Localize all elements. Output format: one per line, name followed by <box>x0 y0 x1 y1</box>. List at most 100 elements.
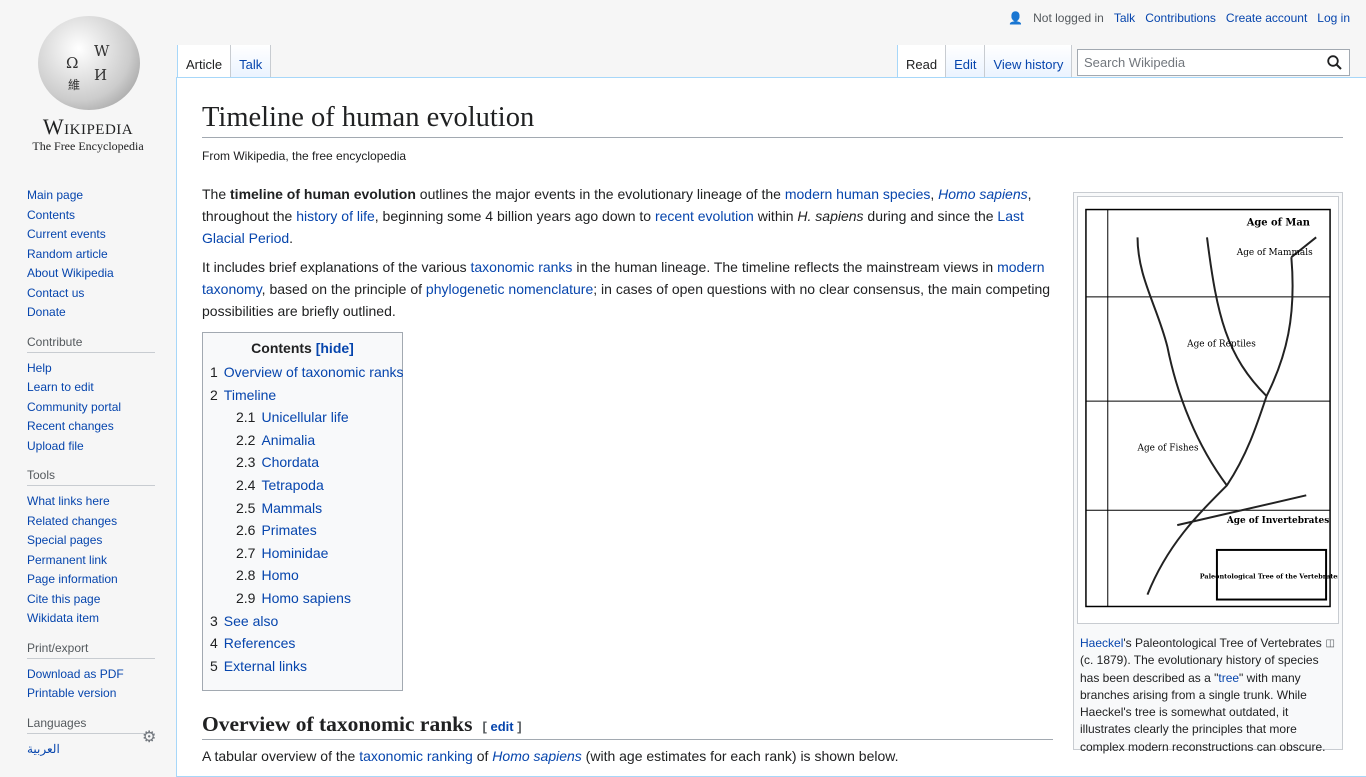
toc-label[interactable]: External links <box>224 658 307 674</box>
text-run: during and since the <box>863 208 998 224</box>
toc-label[interactable]: Hominidae <box>261 545 328 561</box>
sidebar-contribute-item-2[interactable]: Community portal <box>27 398 155 418</box>
user-icon: 👤 <box>1008 11 1024 25</box>
article-link[interactable]: modern human species <box>785 186 931 202</box>
text-run: , <box>930 186 939 202</box>
tab-article[interactable]: Article <box>177 45 232 78</box>
text-run: H. sapiens <box>797 208 864 224</box>
sidebar-tools-item-1[interactable]: Related changes <box>27 512 155 532</box>
toc-label[interactable]: Overview of taxonomic ranks <box>224 364 404 380</box>
text-run: within <box>753 208 798 224</box>
talk-link[interactable]: Talk <box>1114 11 1135 25</box>
table-of-contents: Contents [hide] 1 Overview of taxonomic r… <box>202 332 404 691</box>
wikipedia-logo[interactable]: ΩWИ維 Wikipedia The Free Encyclopedia <box>0 0 176 160</box>
toc-label[interactable]: Homo <box>261 567 298 583</box>
sidebar-print-item-1[interactable]: Printable version <box>27 684 155 704</box>
tab-read[interactable]: Read <box>897 45 947 78</box>
enlarge-icon[interactable]: ◫ <box>1326 635 1335 652</box>
sidebar-print-item-0[interactable]: Download as PDF <box>27 665 155 685</box>
article-link[interactable]: tree <box>1218 671 1239 685</box>
toc-label[interactable]: References <box>224 635 296 651</box>
text-run: (with age estimates for each rank) is sh… <box>581 748 899 764</box>
article-link[interactable]: Haeckel <box>1080 636 1123 650</box>
toc-label[interactable]: See also <box>224 613 278 629</box>
section-edit-link[interactable]: edit <box>490 719 513 734</box>
sidebar-tools-item-6[interactable]: Wikidata item <box>27 609 155 629</box>
search-icon[interactable] <box>1327 55 1342 70</box>
sidebar-nav-item-1[interactable]: Contents <box>27 206 155 226</box>
toc-item[interactable]: 1 Overview of taxonomic ranks <box>210 361 404 384</box>
sidebar-contribute-item-3[interactable]: Recent changes <box>27 417 155 437</box>
sidebar-tools-item-2[interactable]: Special pages <box>27 531 155 551</box>
sidebar-contribute-item-1[interactable]: Learn to edit <box>27 378 155 398</box>
toc-item[interactable]: 5 External links <box>210 655 395 678</box>
toc-label[interactable]: Homo sapiens <box>261 590 351 606</box>
toc-label[interactable]: Primates <box>261 522 316 538</box>
image-label-title: Paleontological Tree of the Vertebrates. <box>1200 573 1339 581</box>
toc-item[interactable]: 2.6 Primates <box>210 519 395 542</box>
toc-number: 2.8 <box>236 567 256 584</box>
contributions-link[interactable]: Contributions <box>1145 11 1216 25</box>
sidebar-tools-item-5[interactable]: Cite this page <box>27 590 155 610</box>
sidebar-tools-item-0[interactable]: What links here <box>27 492 155 512</box>
sidebar-nav-item-3[interactable]: Random article <box>27 245 155 265</box>
log-in-link[interactable]: Log in <box>1317 11 1350 25</box>
article-link[interactable]: Homo sapiens <box>492 748 582 764</box>
text-run: outlines the major events in the evoluti… <box>415 186 785 202</box>
toc-item[interactable]: 2.5 Mammals <box>210 497 395 520</box>
contribute-heading: Contribute <box>27 335 155 353</box>
toc-label[interactable]: Timeline <box>224 387 276 403</box>
sidebar-nav-item-5[interactable]: Contact us <box>27 284 155 304</box>
haeckel-tree-image[interactable]: Age of Man Age of Mammals Age of Reptile… <box>1077 196 1343 624</box>
article-link[interactable]: taxonomic ranks <box>471 259 573 275</box>
search-input[interactable]: Search Wikipedia <box>1077 49 1350 76</box>
toc-item[interactable]: 2.2 Animalia <box>210 429 395 452</box>
image-label-age-of-man: Age of Man <box>1246 217 1310 228</box>
toc-item[interactable]: 2.8 Homo <box>210 564 395 587</box>
toc-item[interactable]: 2 Timeline <box>210 384 395 407</box>
article-link[interactable]: Homo sapiens <box>938 186 1028 202</box>
sidebar-nav-item-6[interactable]: Donate <box>27 303 155 323</box>
toc-item[interactable]: 2.9 Homo sapiens <box>210 587 395 610</box>
personal-tools: 👤 Not logged in Talk Contributions Creat… <box>1008 11 1350 25</box>
toc-number: 2.7 <box>236 544 256 561</box>
sidebar-tools-item-4[interactable]: Page information <box>27 570 155 590</box>
sidebar-contribute-item-0[interactable]: Help <box>27 359 155 379</box>
toc-label[interactable]: Mammals <box>261 500 322 516</box>
image-label-age-of-mammals: Age of Mammals <box>1236 248 1313 258</box>
toc-number: 2.6 <box>236 522 256 539</box>
tab-edit[interactable]: Edit <box>946 45 986 78</box>
toc-item[interactable]: 2.4 Tetrapoda <box>210 474 395 497</box>
toc-title: Contents <box>251 340 312 356</box>
toc-item[interactable]: 2.1 Unicellular life <box>210 406 395 429</box>
sidebar-nav-item-2[interactable]: Current events <box>27 225 155 245</box>
toc-label[interactable]: Tetrapoda <box>261 477 323 493</box>
toc-item[interactable]: 4 References <box>210 632 395 655</box>
figure: Age of Man Age of Mammals Age of Reptile… <box>1073 192 1343 754</box>
toc-number: 2.5 <box>236 499 256 516</box>
create-account-link[interactable]: Create account <box>1226 11 1307 25</box>
tab-view-history[interactable]: View history <box>985 45 1073 78</box>
toc-item[interactable]: 2.3 Chordata <box>210 451 395 474</box>
sidebar-language-item-0[interactable]: العربية <box>27 740 155 760</box>
toc-hide-toggle[interactable]: [hide] <box>316 340 354 356</box>
toc-item[interactable]: 2.7 Hominidae <box>210 542 395 565</box>
toc-label[interactable]: Chordata <box>261 454 319 470</box>
text-run: in the human lineage. The timeline refle… <box>572 259 998 275</box>
article-link[interactable]: phylogenetic nomenclature <box>426 281 593 297</box>
gear-icon[interactable]: ⚙ <box>142 727 156 747</box>
toc-label[interactable]: Unicellular life <box>261 409 348 425</box>
article-link[interactable]: recent evolution <box>655 208 754 224</box>
tab-talk[interactable]: Talk <box>231 45 272 78</box>
languages-heading: Languages <box>27 716 155 734</box>
sidebar-nav-item-0[interactable]: Main page <box>27 186 155 206</box>
article-link[interactable]: history of life <box>296 208 375 224</box>
toc-item[interactable]: 3 See also <box>210 610 395 633</box>
sidebar-tools-item-3[interactable]: Permanent link <box>27 551 155 571</box>
sidebar-nav-item-4[interactable]: About Wikipedia <box>27 264 155 284</box>
toc-label[interactable]: Animalia <box>261 432 315 448</box>
text-run: A tabular overview of the <box>202 748 360 764</box>
article-link[interactable]: taxonomic ranking <box>359 748 473 764</box>
intro-paragraph: The timeline of human evolution outlines… <box>202 183 1057 249</box>
sidebar-contribute-item-4[interactable]: Upload file <box>27 437 155 457</box>
